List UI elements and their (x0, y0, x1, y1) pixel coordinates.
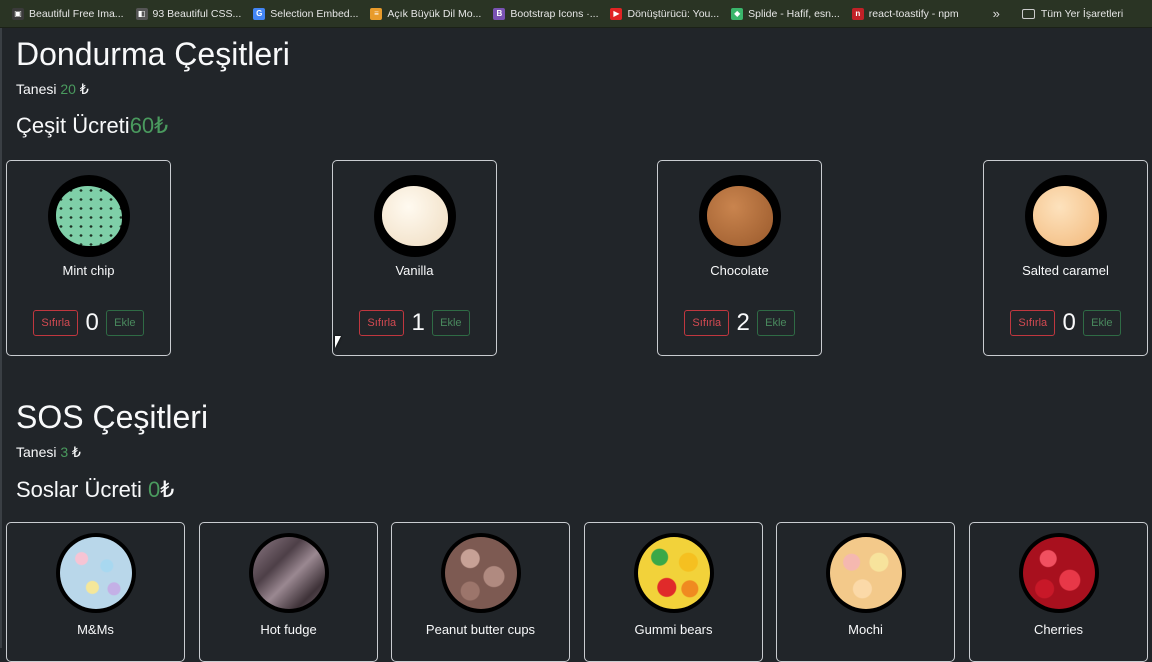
reset-button[interactable]: Sıfırla (359, 310, 405, 336)
reset-button[interactable]: Sıfırla (1010, 310, 1056, 336)
reset-button[interactable]: Sıfırla (684, 310, 730, 336)
add-button[interactable]: Ekle (757, 310, 795, 336)
currency-symbol: ₺ (72, 444, 81, 460)
topping-name: Cherries (1033, 622, 1084, 637)
total-currency: ₺ (154, 113, 169, 138)
flavor-unit-price: Tanesi 20 ₺ (16, 81, 89, 98)
bookmark-label: react-toastify - npm (868, 7, 959, 20)
unit-price-value: 20 (60, 81, 76, 97)
topping-image (55, 533, 136, 613)
quantity-count: 0 (85, 309, 99, 336)
bookmark-label: Dönüştürücü: You... (627, 7, 720, 20)
youtube-icon: ▶ (610, 7, 623, 20)
topping-name: Peanut butter cups (425, 622, 536, 637)
flavor-name: Mint chip (62, 263, 115, 278)
topping-card-cherries: Cherries (969, 522, 1148, 662)
bookmark-label: Açık Büyük Dil Mo... (387, 7, 482, 20)
bootstrap-icon: B (493, 7, 506, 20)
bookmark-label: Selection Embed... (270, 7, 359, 20)
camera-icon: ▣ (12, 7, 24, 20)
folder-icon (1021, 8, 1035, 19)
more-bookmarks-button[interactable]: » (993, 6, 1000, 21)
flavors-title: Dondurma Çeşitleri (16, 36, 290, 72)
total-currency: ₺ (160, 477, 175, 502)
topping-card-hot-fudge: Hot fudge (199, 522, 378, 662)
topping-image (825, 533, 906, 613)
bookmark-item[interactable]: G Selection Embed... (253, 0, 358, 27)
quantity-count: 2 (736, 309, 750, 336)
reset-button[interactable]: Sıfırla (33, 310, 79, 336)
topping-image (1018, 533, 1099, 613)
bookmarks-bar: ▣ Beautiful Free Ima... ◧ 93 Beautiful CSS… (0, 0, 1152, 28)
topping-card-peanut-butter-cups: Peanut butter cups (391, 522, 570, 662)
bookmark-label: 93 Beautiful CSS... (152, 7, 242, 20)
flavor-card-chocolate: Chocolate Sıfırla 2 Ekle (657, 160, 822, 356)
layers-icon: ≡ (370, 7, 383, 20)
quantity-controls: Sıfırla 2 Ekle (658, 309, 821, 337)
topping-card-mms: M&Ms (6, 522, 185, 662)
flavor-image (373, 175, 456, 257)
all-bookmarks-folder[interactable]: Tüm Yer İşaretleri (1041, 8, 1123, 20)
bookmark-item[interactable]: ▶ Dönüştürücü: You... (610, 0, 719, 27)
bookmark-item[interactable]: ▣ Beautiful Free Ima... (12, 0, 124, 27)
flavor-name: Vanilla (395, 263, 434, 278)
total-value: 0 (148, 477, 161, 502)
topping-image (633, 533, 714, 613)
flavor-name: Chocolate (710, 263, 769, 278)
flavors-total: Çeşit Ücreti60₺ (16, 113, 168, 139)
topping-image (440, 533, 521, 613)
unit-label: Tanesi (16, 444, 57, 460)
topping-card-gummi-bears: Gummi bears (584, 522, 763, 662)
bookmark-label: Bootstrap Icons ·... (510, 7, 599, 20)
total-label: Çeşit Ücreti (16, 113, 130, 138)
bookmark-label: Splide - Hafif, esn... (748, 7, 840, 20)
flavor-card-vanilla: Vanilla Sıfırla 1 Ekle (332, 160, 497, 356)
unit-price-value: 3 (60, 444, 69, 460)
npm-icon: n (851, 7, 864, 20)
quantity-count: 0 (1062, 309, 1076, 336)
flavor-name: Salted caramel (1022, 263, 1109, 278)
total-value: 60 (129, 113, 155, 138)
bookmark-item[interactable]: ≡ Açık Büyük Dil Mo... (370, 0, 481, 27)
quantity-controls: Sıfırla 0 Ekle (7, 309, 170, 337)
google-icon: G (253, 7, 266, 20)
topping-name: Gummi bears (634, 622, 713, 637)
flavor-card-salted-caramel: Salted caramel Sıfırla 0 Ekle (983, 160, 1148, 356)
add-button[interactable]: Ekle (1083, 310, 1121, 336)
topping-name: M&Ms (77, 622, 114, 637)
bookmark-item[interactable]: n react-toastify - npm (851, 0, 959, 27)
topping-name: Mochi (848, 622, 883, 637)
topping-image (248, 533, 329, 613)
toppings-total: Soslar Ücreti 0₺ (16, 477, 174, 503)
flavor-card-mint-chip: Mint chip Sıfırla 0 Ekle (6, 160, 171, 356)
currency-symbol: ₺ (79, 81, 89, 97)
flavor-image (1024, 175, 1107, 257)
bookmark-item[interactable]: ◧ 93 Beautiful CSS... (135, 0, 242, 27)
bookmark-item[interactable]: ◆ Splide - Hafif, esn... (731, 0, 840, 27)
total-label: Soslar Ücreti (16, 477, 142, 502)
add-button[interactable]: Ekle (106, 310, 144, 336)
quantity-controls: Sıfırla 0 Ekle (984, 309, 1147, 337)
unit-label: Tanesi (16, 81, 57, 97)
add-button[interactable]: Ekle (432, 310, 470, 336)
mouse-cursor (335, 336, 341, 348)
toppings-title: SOS Çeşitleri (16, 399, 209, 435)
bookmark-label: Beautiful Free Ima... (29, 7, 124, 20)
topping-name: Hot fudge (260, 622, 317, 637)
flavor-image (698, 175, 781, 257)
quantity-count: 1 (411, 309, 425, 336)
splide-icon: ◆ (731, 7, 744, 20)
bookmark-item[interactable]: B Bootstrap Icons ·... (493, 0, 598, 27)
flavor-image (47, 175, 130, 257)
quantity-controls: Sıfırla 1 Ekle (333, 309, 496, 337)
css-icon: ◧ (135, 7, 148, 20)
topping-unit-price: Tanesi 3 ₺ (16, 444, 81, 461)
topping-card-mochi: Mochi (776, 522, 955, 662)
